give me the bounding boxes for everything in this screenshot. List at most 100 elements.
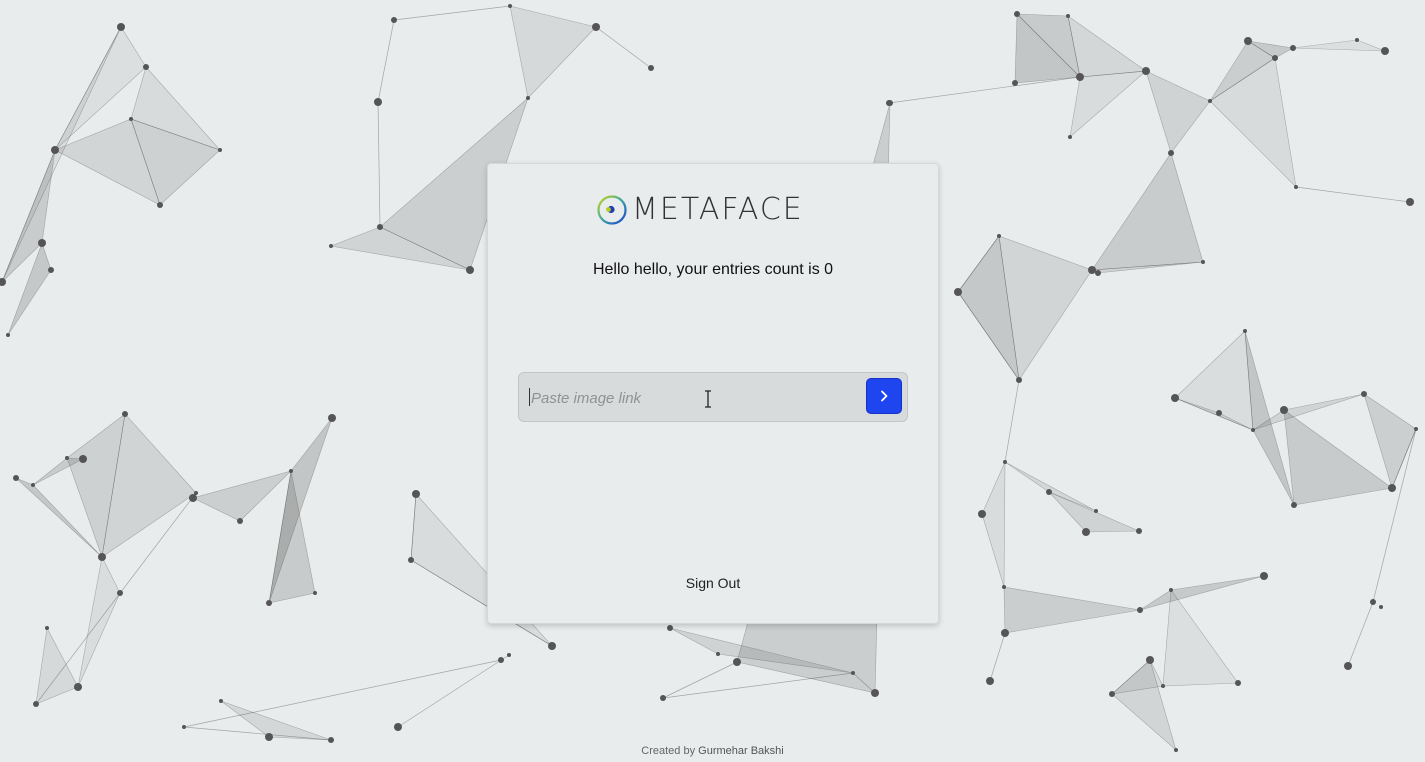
network-node: [887, 100, 893, 106]
network-facet: [1174, 330, 1254, 431]
network-facet: [1004, 461, 1097, 512]
network-node: [1280, 406, 1288, 414]
network-link: [662, 661, 738, 699]
network-facet: [35, 627, 79, 705]
network-node: [98, 553, 106, 561]
network-link: [1347, 601, 1374, 667]
submit-image-button[interactable]: [866, 378, 902, 414]
network-node: [51, 146, 59, 154]
network-node: [954, 288, 962, 296]
network-node: [498, 657, 504, 663]
network-node: [1137, 607, 1143, 613]
network-node: [394, 723, 402, 731]
footer-credit: Created by Gurmehar Bakshi: [0, 745, 1425, 757]
network-node: [266, 600, 272, 606]
network-node: [157, 202, 163, 208]
network-node: [851, 671, 855, 675]
network-node: [1260, 572, 1268, 580]
network-node: [374, 98, 382, 106]
network-node: [328, 737, 334, 743]
network-node: [1294, 185, 1298, 189]
network-node: [526, 96, 530, 100]
network-node: [660, 695, 666, 701]
network-node: [1201, 260, 1205, 264]
network-node: [65, 456, 69, 460]
network-node: [1208, 99, 1212, 103]
network-node: [1076, 73, 1084, 81]
image-link-form: [518, 372, 908, 422]
network-facet: [1139, 575, 1265, 611]
network-node: [978, 510, 986, 518]
network-node: [1012, 80, 1018, 86]
network-node: [265, 733, 273, 741]
network-node: [1094, 509, 1098, 513]
network-node: [1168, 150, 1174, 156]
network-node: [408, 557, 414, 563]
network-node: [129, 117, 133, 121]
network-node: [289, 469, 293, 473]
network-node: [1142, 67, 1150, 75]
network-node: [218, 148, 222, 152]
network-node: [1161, 684, 1165, 688]
sign-out-link[interactable]: Sign Out: [488, 575, 938, 591]
brand-logo: METAFACE: [596, 194, 804, 226]
network-facet: [1003, 586, 1141, 634]
network-node: [1291, 502, 1297, 508]
network-node: [48, 267, 54, 273]
network-node: [1290, 45, 1296, 51]
network-facet: [192, 470, 293, 522]
network-node: [412, 490, 420, 498]
network-node: [1414, 427, 1418, 431]
network-node: [667, 625, 673, 631]
image-link-input[interactable]: [529, 381, 853, 415]
network-node: [1001, 629, 1009, 637]
network-node: [391, 17, 397, 23]
network-node: [1088, 266, 1096, 274]
network-node: [45, 626, 49, 630]
network-node: [329, 244, 333, 248]
network-node: [237, 518, 243, 524]
footer-author: Gurmehar Bakshi: [698, 745, 784, 757]
network-node: [466, 266, 474, 274]
network-node: [1243, 329, 1247, 333]
network-node: [1003, 460, 1007, 464]
entries-greeting: Hello hello, your entries count is 0: [592, 261, 834, 278]
network-node: [13, 475, 19, 481]
network-node: [733, 658, 741, 666]
network-node: [79, 455, 87, 463]
network-facet: [1067, 15, 1147, 78]
network-node: [997, 234, 1001, 238]
network-node: [1066, 14, 1070, 18]
network-node: [1251, 428, 1255, 432]
network-node: [986, 677, 994, 685]
network-node: [219, 699, 223, 703]
network-node: [38, 239, 46, 247]
network-facet: [1209, 57, 1297, 188]
network-node: [6, 333, 10, 337]
network-node: [328, 414, 336, 422]
network-facet: [1048, 491, 1140, 533]
network-facet: [1162, 589, 1239, 687]
network-node: [189, 494, 197, 502]
footer-prefix: Created by: [641, 745, 699, 757]
network-node: [313, 591, 317, 595]
network-node: [1272, 55, 1278, 61]
network-node: [33, 701, 39, 707]
network-node: [1014, 11, 1020, 17]
network-node: [1370, 599, 1376, 605]
network-facet: [1145, 70, 1211, 154]
network-link: [1295, 186, 1411, 203]
network-node: [377, 224, 383, 230]
main-card: METAFACE Hello hello, your entries count…: [487, 163, 939, 624]
network-node: [182, 725, 186, 729]
network-node: [507, 653, 511, 657]
network-node: [1344, 662, 1352, 670]
network-node: [1046, 489, 1052, 495]
network-node: [117, 23, 125, 31]
network-facet: [509, 5, 597, 99]
network-node: [1244, 37, 1252, 45]
brand-name: METAFACE: [632, 192, 804, 227]
network-link: [397, 654, 510, 728]
network-link: [377, 101, 381, 228]
network-link: [662, 672, 854, 699]
